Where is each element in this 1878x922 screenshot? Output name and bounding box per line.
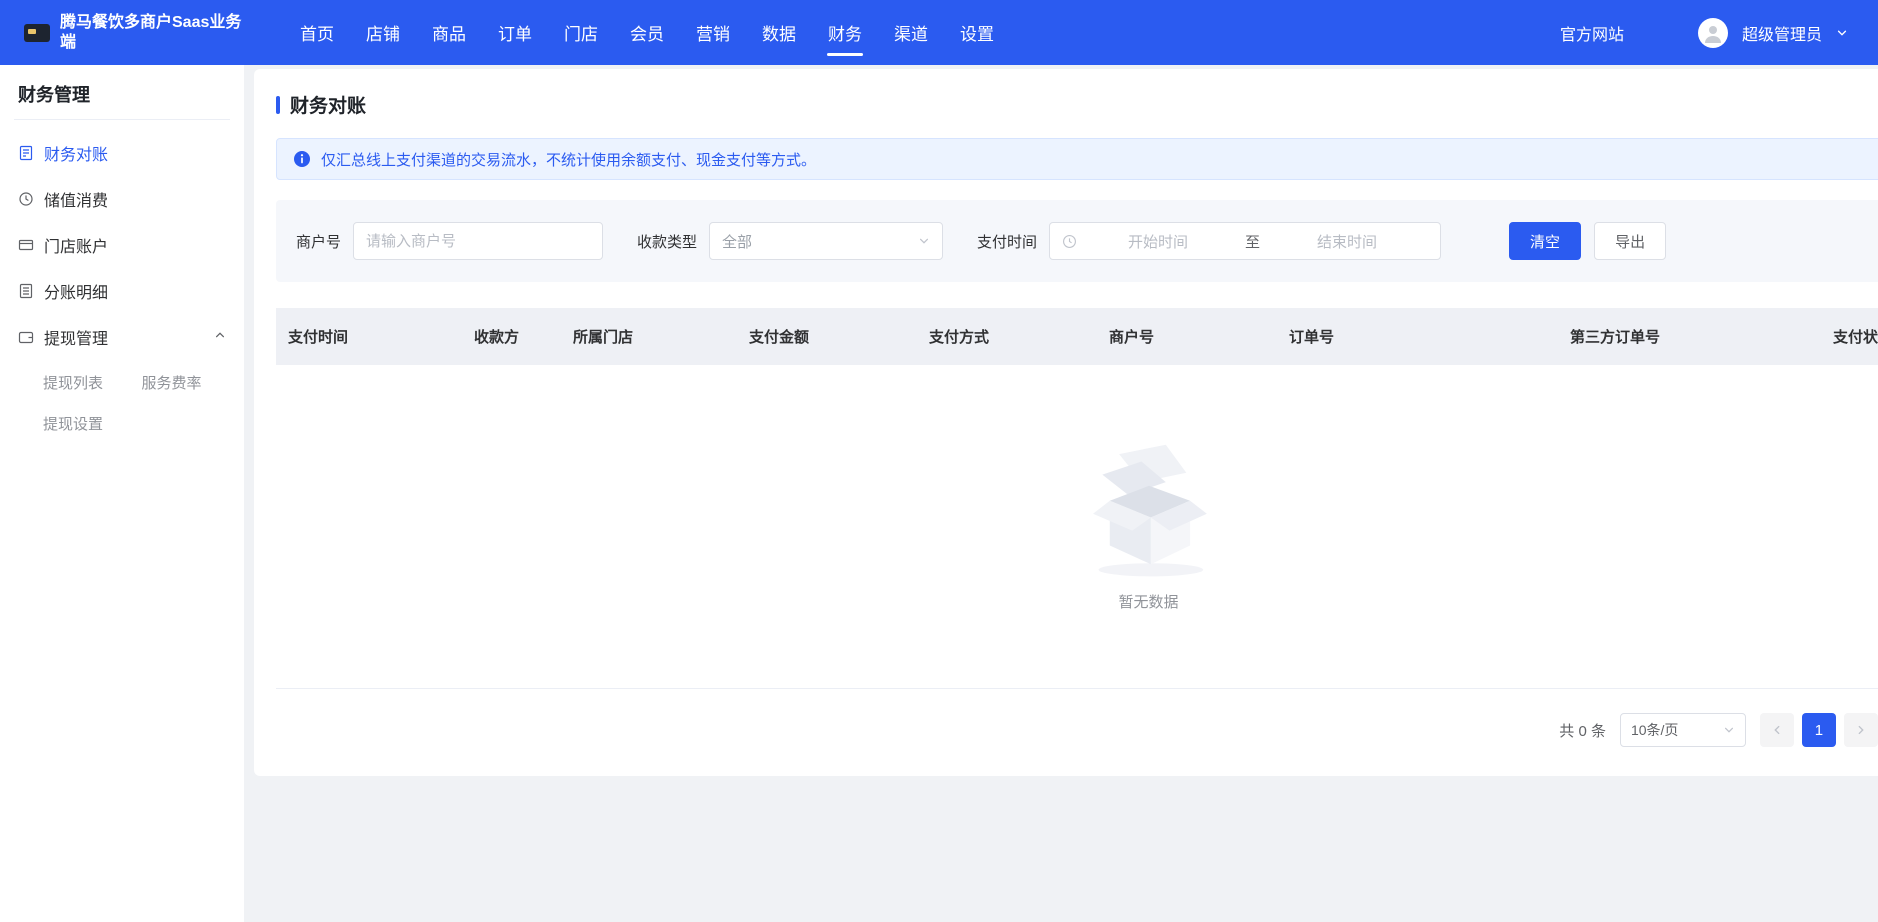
chevron-right-icon [1855,724,1867,736]
nav-item-stores[interactable]: 门店 [548,0,614,65]
official-site-link[interactable]: 官方网站 [1560,21,1624,45]
merchant-id-input[interactable] [353,222,603,260]
pagination: 共 0 条 10条/页 1 前往 [276,713,1878,747]
app-title: 腾马餐饮多商户Saas业务端 [60,13,242,53]
col-order-id: 订单号 [1277,326,1558,347]
col-payee: 收款方 [462,326,561,347]
nav-item-goods[interactable]: 商品 [416,0,482,65]
info-alert: 仅汇总线上支付渠道的交易流水，不统计使用余额支付、现金支付等方式。 [276,138,1878,180]
nav-item-members[interactable]: 会员 [614,0,680,65]
empty-box-illustration [1069,441,1229,581]
sidebar-item-withdraw-management[interactable]: 提现管理 [0,314,244,360]
start-time-placeholder: 开始时间 [1077,231,1239,252]
nav-item-marketing[interactable]: 营销 [680,0,746,65]
range-separator: 至 [1239,231,1266,252]
split-detail-icon [18,283,34,299]
nav-item-settings[interactable]: 设置 [944,0,1010,65]
table-header-row: 支付时间 收款方 所属门店 支付金额 支付方式 商户号 订单号 第三方订单号 支… [276,308,1878,365]
payment-type-label: 收款类型 [637,231,697,252]
current-user-name[interactable]: 超级管理员 [1742,21,1822,45]
sidebar-title: 财务管理 [14,65,230,120]
sidebar-subitem-withdraw-settings[interactable]: 提现设置 [43,403,137,444]
nav-item-home[interactable]: 首页 [284,0,350,65]
sidebar-item-store-account[interactable]: 门店账户 [0,222,244,268]
export-button[interactable]: 导出 [1594,222,1666,260]
chevron-up-icon [214,328,226,346]
next-page-button[interactable] [1844,713,1878,747]
sidebar-subitem-withdraw-list[interactable]: 提现列表 [43,362,137,403]
empty-text: 暂无数据 [1118,591,1178,612]
col-merchant-id: 商户号 [1097,326,1277,347]
chevron-left-icon [1771,724,1783,736]
col-amount: 支付金额 [737,326,917,347]
top-navbar: 腾马餐饮多商户Saas业务端 首页 店铺 商品 订单 门店 会员 营销 数据 财… [0,0,1878,65]
page-layout: 财务管理 财务对账 储值消费 门店账户 [0,65,1878,922]
finance-reconciliation-card: 财务对账 仅汇总线上支付渠道的交易流水，不统计使用余额支付、现金支付等方式。 商… [254,69,1878,776]
sidebar-menu: 财务对账 储值消费 门店账户 分账明细 [0,120,244,446]
main-content: 财务对账 仅汇总线上支付渠道的交易流水，不统计使用余额支付、现金支付等方式。 商… [244,65,1878,922]
person-icon [1701,21,1725,45]
nav-item-finance[interactable]: 财务 [812,0,878,65]
col-store: 所属门店 [561,326,737,347]
reconciliation-table: 支付时间 收款方 所属门店 支付金额 支付方式 商户号 订单号 第三方订单号 支… [276,308,1878,689]
payment-time-range-picker[interactable]: 开始时间 至 结束时间 [1049,222,1441,260]
alert-text: 仅汇总线上支付渠道的交易流水，不统计使用余额支付、现金支付等方式。 [321,149,816,170]
ledger-icon [18,145,34,161]
user-avatar[interactable] [1698,18,1728,48]
col-payment-time: 支付时间 [276,326,462,347]
merchant-id-label: 商户号 [296,231,341,252]
clock-icon [1062,234,1077,249]
col-payment-method: 支付方式 [917,326,1097,347]
brand: 腾马餐饮多商户Saas业务端 [0,13,244,53]
payment-time-label: 支付时间 [977,231,1037,252]
page-number-1[interactable]: 1 [1802,713,1836,747]
payment-type-select[interactable]: 全部 [709,222,943,260]
total-count: 共 0 条 [1559,720,1606,741]
col-third-party-order-id: 第三方订单号 [1558,326,1821,347]
page-title: 财务对账 [276,91,1878,118]
info-icon [293,150,311,168]
sidebar: 财务管理 财务对账 储值消费 门店账户 [0,65,244,922]
withdraw-submenu: 提现列表 服务费率 提现设置 [0,360,244,446]
sidebar-subitem-service-rate[interactable]: 服务费率 [141,362,235,403]
nav-item-channels[interactable]: 渠道 [878,0,944,65]
nav-item-orders[interactable]: 订单 [482,0,548,65]
brand-logo-icon [24,24,50,42]
chevron-down-icon [1723,724,1735,736]
filter-bar: 商户号 收款类型 全部 支付时间 [276,200,1878,282]
empty-state: 暂无数据 [276,365,1878,689]
page-size-select[interactable]: 10条/页 [1620,713,1746,747]
sidebar-item-stored-value[interactable]: 储值消费 [0,176,244,222]
nav-item-data[interactable]: 数据 [746,0,812,65]
active-tab-indicator [827,53,863,56]
user-menu-chevron-down-icon[interactable] [1836,27,1848,39]
withdraw-icon [18,329,34,345]
pager: 1 [1760,713,1878,747]
sidebar-item-finance-reconciliation[interactable]: 财务对账 [0,130,244,176]
sidebar-item-split-detail[interactable]: 分账明细 [0,268,244,314]
chevron-down-icon [918,235,930,247]
navbar-right: 官方网站 超级管理员 [1560,18,1878,48]
store-account-icon [18,237,34,253]
stored-value-icon [18,191,34,207]
main-nav: 首页 店铺 商品 订单 门店 会员 营销 数据 财务 渠道 设置 [284,0,1010,65]
prev-page-button[interactable] [1760,713,1794,747]
clear-button[interactable]: 清空 [1509,222,1581,260]
title-accent-bar [276,96,280,114]
end-time-placeholder: 结束时间 [1266,231,1428,252]
col-payment-status: 支付状态 [1821,326,1878,347]
nav-item-shop[interactable]: 店铺 [350,0,416,65]
